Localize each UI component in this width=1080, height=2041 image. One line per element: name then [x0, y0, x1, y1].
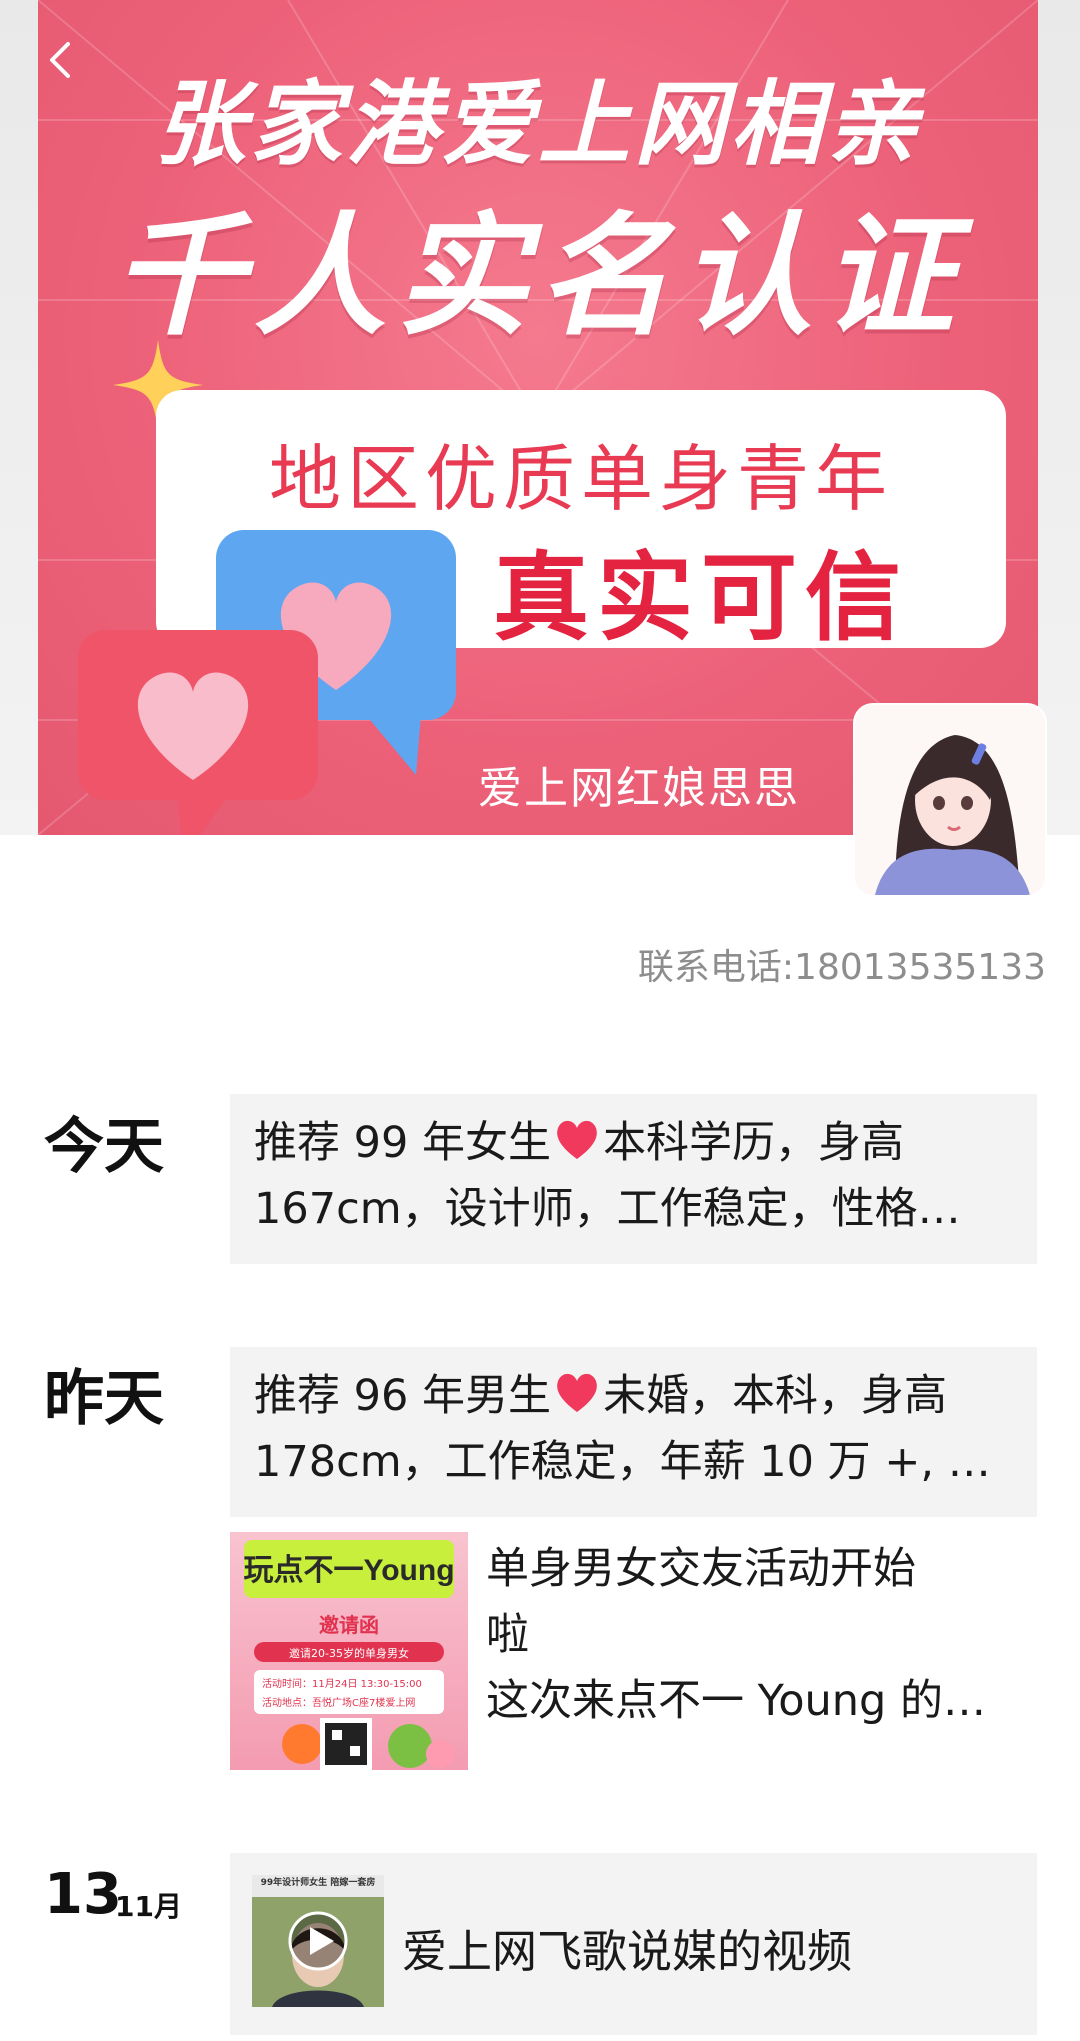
post-today[interactable]: 推荐 99 年女生 本科学历，身高 167cm，设计师，工作稳定，性格… — [230, 1094, 1037, 1264]
cover-credit: 爱上网红娘思思 — [478, 763, 800, 814]
back-button[interactable] — [40, 38, 84, 82]
event-line3: 这次来点不一 Young 的… — [486, 1676, 987, 1726]
event-poster-graphic: 玩点不一Young 邀请函 邀请20-35岁的单身男女 活动时间：11月24日 … — [243, 1540, 455, 1770]
post-yesterday-line1: 推荐 96 年男生 未婚，本科，身高 — [254, 1363, 1011, 1429]
heart-emoji-icon — [557, 1373, 597, 1412]
date-month: 11月 — [115, 1890, 182, 1923]
event-poster-title: 玩点不一Young — [243, 1554, 454, 1587]
video-thumbnail-graphic: 99年设计师女生 陪嫁一套房 — [252, 1875, 384, 2007]
cover-title-line1: 张家港爱上网相亲 — [153, 71, 922, 178]
contact-phone[interactable]: 联系电话:18013535133 — [638, 938, 1046, 990]
date-day: 13 — [44, 1862, 122, 1927]
video-title: 爱上网飞歌说媒的视频 — [402, 1925, 853, 1978]
event-poster-subtitle: 邀请20-35岁的单身男女 — [289, 1646, 409, 1660]
event-post[interactable]: 玩点不一Young 邀请函 邀请20-35岁的单身男女 活动时间：11月24日 … — [230, 1532, 1040, 1772]
video-thumb-caption: 99年设计师女生 陪嫁一套房 — [261, 1876, 376, 1888]
video-thumbnail: 99年设计师女生 陪嫁一套房 — [252, 1875, 384, 2007]
event-description: 单身男女交友活动开始 啦 这次来点不一 Young 的… — [486, 1536, 1046, 1734]
video-post[interactable]: 99年设计师女生 陪嫁一套房 爱上网飞歌说媒的视频 — [230, 1853, 1037, 2035]
avatar-girl-illustration — [855, 705, 1045, 895]
post-yesterday-line2: 178cm，工作稳定，年薪 10 万 +, … — [254, 1437, 991, 1487]
post-today-line1: 推荐 99 年女生 本科学历，身高 — [254, 1110, 1011, 1176]
event-poster-time: 活动时间：11月24日 13:30-15:00 — [262, 1677, 422, 1690]
post-yesterday[interactable]: 推荐 96 年男生 未婚，本科，身高 178cm，工作稳定，年薪 10 万 +, … — [230, 1347, 1037, 1517]
chevron-left-icon — [50, 42, 70, 78]
heart-bubble-red-icon — [78, 630, 318, 835]
heart-emoji-icon — [557, 1120, 597, 1159]
event-thumbnail: 玩点不一Young 邀请函 邀请20-35岁的单身男女 活动时间：11月24日 … — [230, 1532, 468, 1770]
event-line2: 啦 — [486, 1610, 529, 1660]
post-today-line2: 167cm，设计师，工作稳定，性格… — [254, 1184, 961, 1234]
date-label-today: 今天 — [44, 1112, 164, 1182]
event-line1: 单身男女交友活动开始 — [486, 1544, 916, 1594]
event-poster-place: 活动地点：吾悦广场C座7楼爱上网 — [262, 1696, 415, 1709]
date-label-yesterday: 昨天 — [44, 1364, 164, 1434]
event-poster-invite: 邀请函 — [319, 1613, 379, 1637]
cover-card-line1: 地区优质单身青年 — [268, 437, 893, 521]
cover-title-line2: 千人实名认证 — [112, 200, 964, 354]
avatar[interactable] — [855, 705, 1045, 895]
